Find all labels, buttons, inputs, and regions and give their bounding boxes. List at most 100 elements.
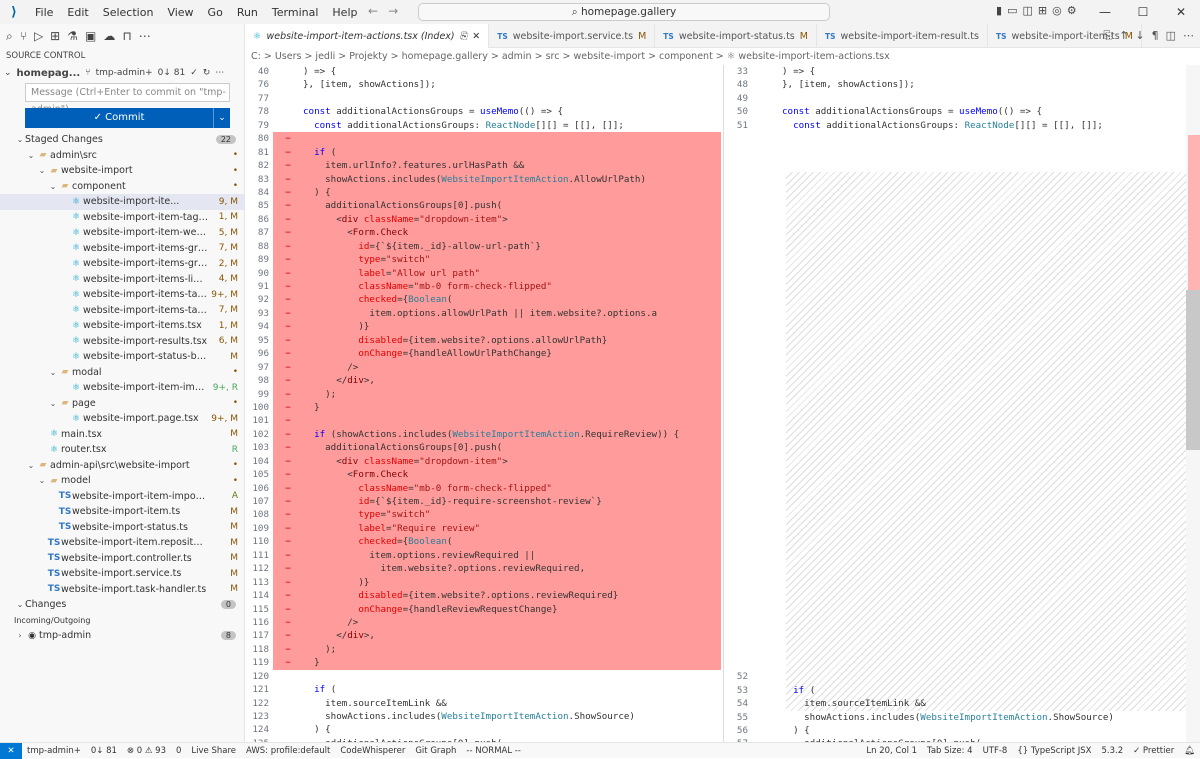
code-line[interactable]: 52 <box>724 670 1200 683</box>
next-change-icon[interactable]: ↓ <box>1135 29 1144 43</box>
code-line[interactable]: 105− <Form.Check <box>245 468 721 482</box>
tree-item[interactable]: ⚛ website-import-items.tsx 1, M <box>0 318 244 334</box>
status-sync[interactable]: 0↓ 81 <box>86 746 122 756</box>
code-line[interactable]: 98− </div>, <box>245 374 721 388</box>
tree-item[interactable]: ⌄ ▰ admin-api\src\website-import • <box>0 458 244 474</box>
tree-item[interactable]: ⌄ ▰ component • <box>0 179 244 195</box>
code-line[interactable]: 101− <box>245 414 721 428</box>
remote-explorer-icon[interactable]: ▣ <box>85 29 96 43</box>
tree-item[interactable]: › ◉ tmp-admin 8 <box>0 628 244 644</box>
tree-item[interactable]: ⌄ ▰ website-import • <box>0 163 244 179</box>
minimap-slider[interactable] <box>1186 290 1200 450</box>
toggle-secondary-sidebar-icon[interactable]: ◫ <box>1022 4 1032 17</box>
code-line[interactable]: 84− ) { <box>245 185 721 200</box>
code-line[interactable]: 112− item.website?.options.reviewRequire… <box>245 562 721 576</box>
code-line[interactable]: 104− <div className="dropdown-item"> <box>245 454 721 469</box>
minimap[interactable] <box>1186 65 1200 742</box>
code-line[interactable]: 121 if ( <box>245 683 721 696</box>
code-line[interactable]: 55 showActions.includes(WebsiteImportIte… <box>724 711 1200 724</box>
code-line[interactable]: 123 showActions.includes(WebsiteImportIt… <box>245 710 721 723</box>
tree-item[interactable]: TS website-import-status.ts M <box>0 520 244 536</box>
tree-item[interactable]: ⌄ ▰ modal • <box>0 365 244 381</box>
code-line[interactable]: 103− additionalActionsGroups[0].push( <box>245 441 721 455</box>
tree-item[interactable]: TS website-import-item.ts M <box>0 504 244 520</box>
code-line[interactable]: 50 const additionalActionsGroups = useMem… <box>724 105 1200 118</box>
commit-message-input[interactable]: Message (Ctrl+Enter to commit on "tmp-ad… <box>25 83 230 115</box>
tree-section[interactable]: ⌄ Changes 0 <box>0 597 244 613</box>
account-icon[interactable]: ◎ <box>1052 4 1062 17</box>
status-problems[interactable]: ⊗ 0 ⚠ 93 <box>122 746 171 756</box>
back-arrow-icon[interactable]: ← <box>368 4 378 18</box>
forward-arrow-icon[interactable]: → <box>388 4 398 18</box>
remote-icon[interactable]: ✕ <box>0 742 22 759</box>
branch-name[interactable]: tmp-admin+ <box>96 68 153 78</box>
code-line[interactable]: 100− } <box>245 400 721 415</box>
code-line[interactable]: 99− ); <box>245 387 721 401</box>
code-line[interactable]: 106− className="mb-0 form-check-flipped" <box>245 481 721 495</box>
code-line[interactable]: 94− )} <box>245 320 721 334</box>
search-icon[interactable]: ⌕ <box>6 29 13 44</box>
sync-count[interactable]: 0↓ 81 <box>158 68 186 78</box>
editor-tab[interactable]: TS website-import-status.ts M <box>655 24 817 48</box>
previous-change-icon[interactable]: ↑ <box>1119 29 1128 43</box>
code-line[interactable]: 118− ); <box>245 642 721 657</box>
status-language[interactable]: {} TypeScript JSX <box>1012 746 1096 756</box>
code-line[interactable]: 107− id={`${item._id}-require-screenshot… <box>245 495 721 509</box>
tree-item[interactable]: ⚛ website-import-item-websi... 5, M <box>0 225 244 241</box>
more-icon[interactable]: ⋯ <box>139 29 151 43</box>
status-branch[interactable]: tmp-admin+ <box>22 746 86 756</box>
tree-item[interactable]: ⌄ ▰ admin\src • <box>0 148 244 164</box>
code-line[interactable]: 96− onChange={handleAllowUrlPathChange} <box>245 347 721 361</box>
toggle-whitespace-icon[interactable]: ¶ <box>1152 29 1159 43</box>
tree-item[interactable]: ⚛ router.tsx R <box>0 442 244 458</box>
commit-dropdown-icon[interactable]: ⌄ <box>213 108 230 128</box>
status-ports[interactable]: 0 <box>171 746 186 756</box>
code-line[interactable]: 124 ) { <box>245 723 721 736</box>
menu-terminal[interactable]: Terminal <box>265 6 326 19</box>
aws-icon[interactable]: ☁ <box>103 29 115 43</box>
code-line[interactable]: 88− id={`${item._id}-allow-url-path`} <box>245 239 721 254</box>
tree-item[interactable]: ⚛ website-import-item-impo... 9+, R <box>0 380 244 396</box>
tree-item[interactable]: ⌄ ▰ page • <box>0 396 244 412</box>
code-line[interactable]: 89− type="switch" <box>245 253 721 267</box>
status-tab-size[interactable]: Tab Size: 4 <box>922 746 978 756</box>
code-line[interactable]: 90− label="Allow url path" <box>245 266 721 280</box>
code-line[interactable]: 48}, [item, showActions]); <box>724 78 1200 91</box>
tab-close-icon[interactable]: ✕ <box>472 31 480 42</box>
tree-item[interactable]: ⚛ website-import-items-grid-... 7, M <box>0 241 244 257</box>
status-prettier[interactable]: ✓ Prettier <box>1128 746 1179 756</box>
code-line[interactable]: 116− /> <box>245 615 721 630</box>
toggle-panel-icon[interactable]: ▭ <box>1007 4 1017 17</box>
bookmark-icon[interactable]: ⊓ <box>122 29 131 43</box>
code-line[interactable]: 120 <box>245 670 721 683</box>
breadcrumb[interactable]: C: > Users > jedli > Projekty > homepage… <box>245 48 1200 65</box>
customize-layout-icon[interactable]: ⊞ <box>1038 4 1047 17</box>
more-actions-icon[interactable]: ⋯ <box>215 68 224 78</box>
code-line[interactable]: 82− item.urlInfo?.features.urlHasPath && <box>245 159 721 173</box>
status-git-graph[interactable]: Git Graph <box>410 746 461 756</box>
code-line[interactable]: 51 const additionalActionsGroups: ReactN… <box>724 119 1200 132</box>
code-line[interactable]: 40) => { <box>245 65 721 78</box>
tree-item[interactable]: ⚛ website-import.page.tsx 9+, M <box>0 411 244 427</box>
run-debug-icon[interactable]: ▷ <box>34 29 43 43</box>
open-changes-icon[interactable]: ⎘ <box>460 31 468 42</box>
code-line[interactable]: 111− item.options.reviewRequired || <box>245 548 721 563</box>
commit-check-icon[interactable]: ✓ <box>190 68 198 78</box>
menu-view[interactable]: View <box>160 6 200 19</box>
original-pane[interactable]: 40) => {76}, [item, showActions]); 77 78 co… <box>245 65 721 742</box>
code-line[interactable]: 81− if ( <box>245 145 721 160</box>
editor-tab[interactable]: TS website-import-item-result.ts <box>817 24 988 48</box>
tree-item[interactable]: TSwebsite-import-item-import-opt... A <box>0 489 244 505</box>
editor-tab[interactable]: TS website-import.service.ts M <box>489 24 656 48</box>
code-line[interactable]: 77 <box>245 92 721 105</box>
status-live-share[interactable]: Live Share <box>186 746 241 756</box>
tree-item[interactable]: ⚛ website-import-item-tags.tsx 1, M <box>0 210 244 226</box>
commit-button-label[interactable]: ✓ Commit <box>25 108 213 128</box>
code-line[interactable]: 78 const additionalActionsGroups = useMem… <box>245 105 721 118</box>
modified-pane[interactable]: 33) => {48}, [item, showActions]); 49 50 co… <box>723 65 1200 742</box>
status-aws[interactable]: AWS: profile:default <box>241 746 335 756</box>
code-line[interactable]: 85− additionalActionsGroups[0].push( <box>245 199 721 213</box>
code-line[interactable]: 113− )} <box>245 575 721 590</box>
code-line[interactable]: 95− disabled={item.website?.options.allo… <box>245 333 721 348</box>
testing-icon[interactable]: ⚗ <box>67 29 78 43</box>
